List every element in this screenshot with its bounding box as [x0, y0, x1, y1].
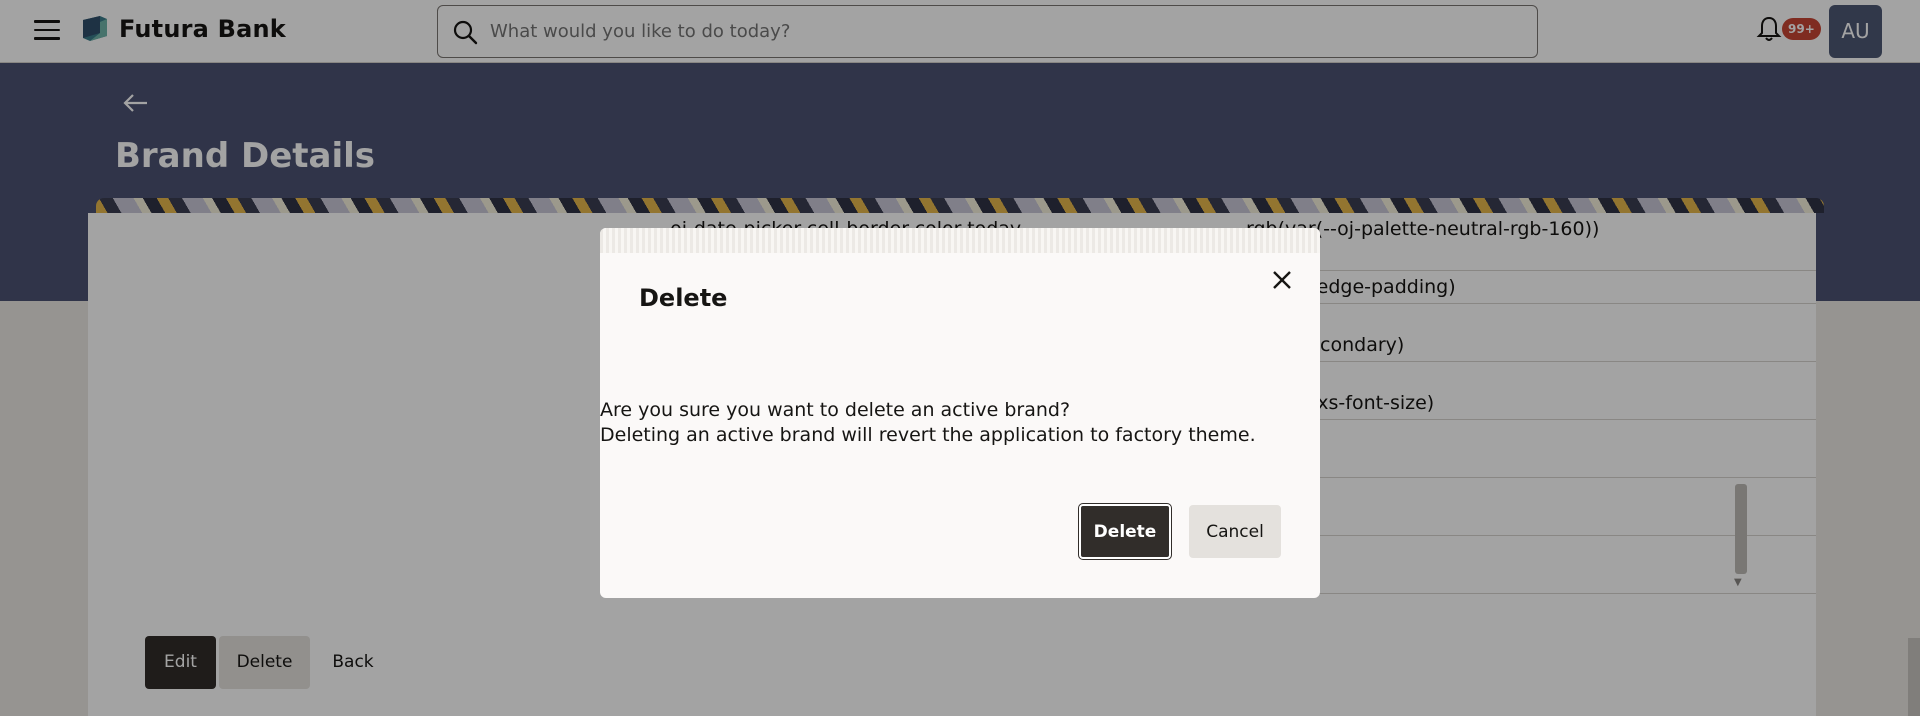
delete-dialog: Delete Are you sure you want to delete a… [600, 228, 1320, 598]
cancel-button[interactable]: Cancel [1189, 505, 1281, 558]
close-icon[interactable] [1270, 268, 1294, 292]
dialog-decoration [600, 228, 1320, 253]
dialog-message-line2: Deleting an active brand will revert the… [600, 424, 1256, 446]
dialog-message-line1: Are you sure you want to delete an activ… [600, 399, 1071, 421]
dialog-message: Are you sure you want to delete an activ… [600, 398, 1256, 448]
confirm-delete-button[interactable]: Delete [1078, 503, 1172, 560]
dialog-title: Delete [639, 284, 728, 312]
